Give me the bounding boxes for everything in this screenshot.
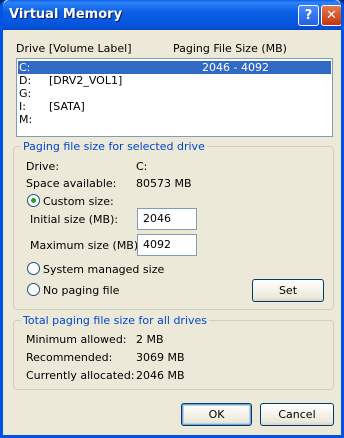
maximum-size-label: Maximum size (MB): [30, 239, 142, 252]
minimum-allowed-value: 2 MB [136, 333, 164, 346]
space-available-value: 80573 MB [136, 177, 192, 190]
drive-label: Drive: [26, 160, 60, 173]
drive-value: C: [136, 160, 148, 173]
maximum-size-input[interactable]: 4092 [137, 234, 197, 256]
drive-letter: M: [19, 113, 33, 126]
total-size-group-title: Total paging file size for all drives [21, 314, 210, 327]
currently-allocated-value: 2046 MB [136, 369, 185, 382]
system-managed-radio[interactable] [27, 262, 40, 275]
system-managed-label[interactable]: System managed size [43, 263, 164, 276]
set-button[interactable]: Set [252, 279, 324, 302]
drive-letter: I: [19, 100, 26, 113]
list-item[interactable]: G: [18, 87, 331, 100]
list-item[interactable]: M: [18, 113, 331, 126]
window-title: Virtual Memory [9, 7, 123, 22]
drive-letter: G: [19, 87, 32, 100]
recommended-value: 3069 MB [136, 351, 185, 364]
initial-size-input[interactable]: 2046 [137, 208, 197, 230]
no-paging-file-radio[interactable] [27, 283, 40, 296]
selected-drive-group-title: Paging file size for selected drive [21, 140, 207, 153]
custom-size-radio[interactable] [27, 194, 40, 207]
cancel-button[interactable]: Cancel [260, 403, 334, 426]
drive-list[interactable]: C: 2046 - 4092 D: [DRV2_VOL1] G: I: [SAT… [16, 58, 333, 137]
size-column-header: Paging File Size (MB) [173, 42, 287, 55]
currently-allocated-label: Currently allocated: [26, 369, 135, 382]
list-item[interactable]: D: [DRV2_VOL1] [18, 74, 331, 87]
no-paging-file-label[interactable]: No paging file [43, 284, 119, 297]
drive-letter: C: [19, 61, 31, 74]
drive-column-header: Drive [Volume Label] [16, 42, 132, 55]
title-bar[interactable]: Virtual Memory ? ✕ [3, 0, 341, 30]
paging-size: 2046 - 4092 [202, 61, 269, 74]
recommended-label: Recommended: [26, 351, 113, 364]
volume-label: [DRV2_VOL1] [49, 74, 123, 87]
ok-button[interactable]: OK [181, 403, 252, 426]
drive-letter: D: [19, 74, 32, 87]
volume-label: [SATA] [49, 100, 85, 113]
space-available-label: Space available: [26, 177, 117, 190]
initial-size-label: Initial size (MB): [30, 213, 119, 226]
virtual-memory-dialog: Virtual Memory ? ✕ Drive [Volume Label] … [0, 0, 344, 438]
help-button[interactable]: ? [298, 5, 319, 26]
close-button[interactable]: ✕ [321, 5, 341, 26]
minimum-allowed-label: Minimum allowed: [26, 333, 127, 346]
list-item[interactable]: C: 2046 - 4092 [18, 61, 331, 74]
list-item[interactable]: I: [SATA] [18, 100, 331, 113]
custom-size-label[interactable]: Custom size: [43, 195, 114, 208]
